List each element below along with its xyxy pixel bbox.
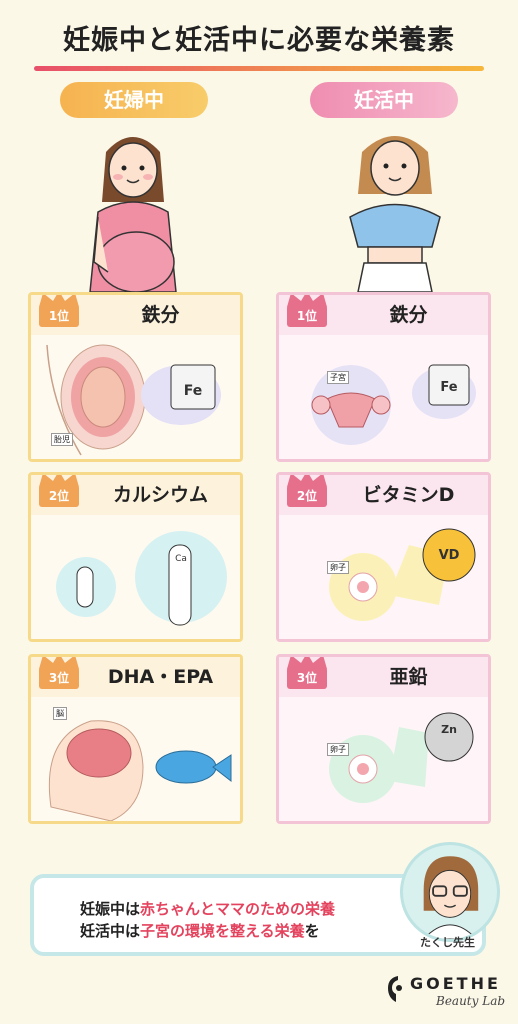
card-illustration: Fe 胎児 [31,335,240,459]
summary-line-1: 妊娠中は赤ちゃんとママのための栄養 [80,898,335,919]
label-tag: 胎児 [51,433,73,446]
summary-text: を [304,922,320,940]
item-text: VD [439,548,460,563]
nutrient-name: 鉄分 [141,304,180,326]
card-illustration: Zn 卵子 [279,697,488,821]
rank-badge: 1位 [287,305,327,327]
card-header: 1位 鉄分 [31,295,240,335]
card-illustration: Fe 子宮 [279,335,488,459]
label-tag: 卵子 [327,743,349,756]
card-illustration: VD 卵子 [279,515,488,639]
page-title: 妊娠中と妊活中に必要な栄養素 [63,25,455,56]
summary-highlight: 子宮の環境を整える栄養 [140,922,305,940]
nutrient-name: DHA・EPA [107,666,214,688]
goethe-logo-icon [388,976,402,1002]
card-header: 3位 亜鉛 [279,657,488,697]
rank-badge: 2位 [287,485,327,507]
item-text: Ca [175,554,187,564]
item-text: Fe [184,383,203,399]
card-pregnancy-1: 1位 鉄分 Fe 胎児 [28,292,243,462]
card-header: 2位 カルシウム [31,475,240,515]
title-underline [34,66,484,71]
card-pregnancy-3: 3位 DHA・EPA 脳 [28,654,243,824]
card-header: 1位 鉄分 [279,295,488,335]
item-text: Fe [440,380,457,395]
logo-text: GOETHE [410,974,501,993]
label-tag: 脳 [53,707,67,720]
nutrient-name: 鉄分 [389,304,428,326]
label-tag: 卵子 [327,561,349,574]
summary-highlight: 赤ちゃんとママのための栄養 [140,900,336,918]
rank-badge: 3位 [287,667,327,689]
rank-badge: 2位 [39,485,79,507]
trying-label: 妊活中 [310,82,458,118]
rank-badge: 1位 [39,305,79,327]
card-pregnancy-2: 2位 カルシウム Ca [28,472,243,642]
nutrient-name: カルシウム [112,484,208,506]
card-trying-3: 3位 亜鉛 Zn 卵子 [276,654,491,824]
card-header: 2位 ビタミンD [279,475,488,515]
card-trying-2: 2位 ビタミンD VD 卵子 [276,472,491,642]
nutrient-name: 亜鉛 [389,666,428,688]
summary-text: 妊娠中は [80,900,141,918]
summary-line-2: 妊活中は子宮の環境を整える栄養を [80,920,320,941]
card-header: 3位 DHA・EPA [31,657,240,697]
trying-woman-illustration [320,122,470,293]
label-tag: 子宮 [327,371,349,384]
logo-subtext: Beauty Lab [436,994,506,1008]
summary-text: 妊活中は [80,922,141,940]
item-text: Zn [441,723,457,736]
teacher-avatar [400,842,500,942]
teacher-name: たくし先生 [420,936,475,949]
rank-badge: 3位 [39,667,79,689]
nutrient-name: ビタミンD [362,484,455,506]
card-illustration: 脳 [31,697,240,821]
pregnancy-label: 妊婦中 [60,82,208,118]
pregnant-woman-illustration [58,122,208,293]
card-illustration: Ca [31,515,240,639]
card-trying-1: 1位 鉄分 Fe 子宮 [276,292,491,462]
